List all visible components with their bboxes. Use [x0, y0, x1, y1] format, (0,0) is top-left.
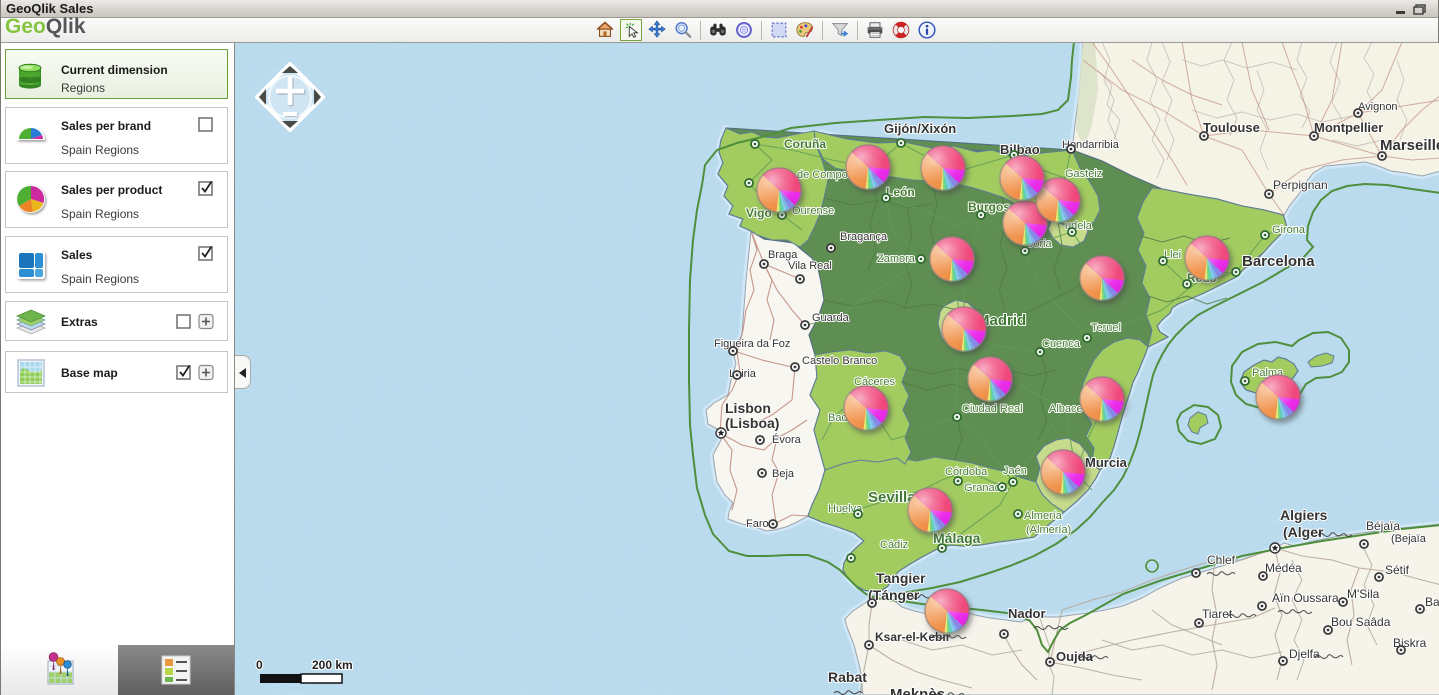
svg-text:Marseille: Marseille	[1380, 137, 1439, 154]
svg-text:(Alger: (Alger	[1283, 524, 1324, 540]
svg-text:Oujda: Oujda	[1056, 649, 1094, 664]
svg-text:Aïn Oussara: Aïn Oussara	[1272, 591, 1339, 605]
svg-text:Sétif: Sétif	[1385, 563, 1410, 577]
svg-text:Almería: Almería	[1024, 510, 1063, 522]
svg-text:Cuenca: Cuenca	[1042, 338, 1081, 350]
svg-text:Tangier: Tangier	[876, 570, 926, 586]
svg-text:Faro: Faro	[746, 518, 769, 530]
svg-text:Zamora: Zamora	[877, 253, 916, 265]
svg-text:(Almería): (Almería)	[1026, 524, 1071, 536]
svg-text:Évora: Évora	[772, 433, 802, 446]
svg-text:Vila Real: Vila Real	[788, 260, 832, 272]
svg-text:Ourense: Ourense	[792, 205, 834, 217]
svg-text:Jaén: Jaén	[1003, 465, 1027, 477]
svg-text:Beja: Beja	[772, 468, 795, 480]
svg-text:Figueira da Foz: Figueira da Foz	[714, 338, 790, 350]
svg-text:Avignon: Avignon	[1358, 101, 1398, 113]
svg-text:Ciudad Real: Ciudad Real	[962, 403, 1023, 415]
svg-text:M'Sila: M'Sila	[1347, 587, 1380, 601]
svg-text:Rabat: Rabat	[828, 669, 867, 685]
svg-text:Albace: Albace	[1049, 403, 1083, 415]
svg-text:Algiers: Algiers	[1280, 507, 1328, 523]
svg-text:Tiaret: Tiaret	[1202, 607, 1233, 621]
svg-text:Toulouse: Toulouse	[1203, 120, 1260, 135]
svg-text:Médéa: Médéa	[1265, 561, 1302, 575]
svg-text:0: 0	[256, 658, 263, 672]
svg-text:(Bejaïa: (Bejaïa	[1391, 533, 1427, 545]
svg-text:Bou Saâda: Bou Saâda	[1331, 615, 1391, 629]
svg-text:Murcia: Murcia	[1085, 455, 1128, 470]
svg-text:Barcelona: Barcelona	[1242, 253, 1315, 270]
svg-text:Gasteiz: Gasteiz	[1065, 168, 1102, 180]
svg-text:Girona: Girona	[1272, 224, 1306, 236]
svg-text:Coruña: Coruña	[784, 137, 826, 151]
svg-text:Bilbao: Bilbao	[1000, 142, 1040, 157]
svg-text:Guarda: Guarda	[812, 312, 850, 324]
svg-text:Gijón/Xixón: Gijón/Xixón	[884, 121, 956, 136]
svg-text:Bragança: Bragança	[840, 231, 888, 243]
svg-text:Teruel: Teruel	[1091, 322, 1121, 334]
svg-text:Córdoba: Córdoba	[945, 466, 988, 478]
svg-text:Chlef: Chlef	[1207, 553, 1236, 567]
svg-text:(Lisboa): (Lisboa)	[725, 415, 779, 431]
svg-text:Batn: Batn	[1425, 595, 1439, 609]
svg-text:Cádiz: Cádiz	[880, 539, 908, 551]
svg-text:Montpellier: Montpellier	[1314, 120, 1383, 135]
svg-text:Perpignan: Perpignan	[1273, 178, 1328, 192]
svg-text:Lisbon: Lisbon	[725, 400, 771, 416]
svg-text:Burgos: Burgos	[968, 200, 1010, 214]
svg-text:Castelo Branco: Castelo Branco	[802, 355, 877, 367]
svg-text:Béjaïa: Béjaïa	[1366, 519, 1400, 533]
svg-text:Djelfa: Djelfa	[1289, 647, 1320, 661]
svg-text:Nador: Nador	[1008, 606, 1046, 621]
svg-text:200 km: 200 km	[312, 658, 353, 672]
